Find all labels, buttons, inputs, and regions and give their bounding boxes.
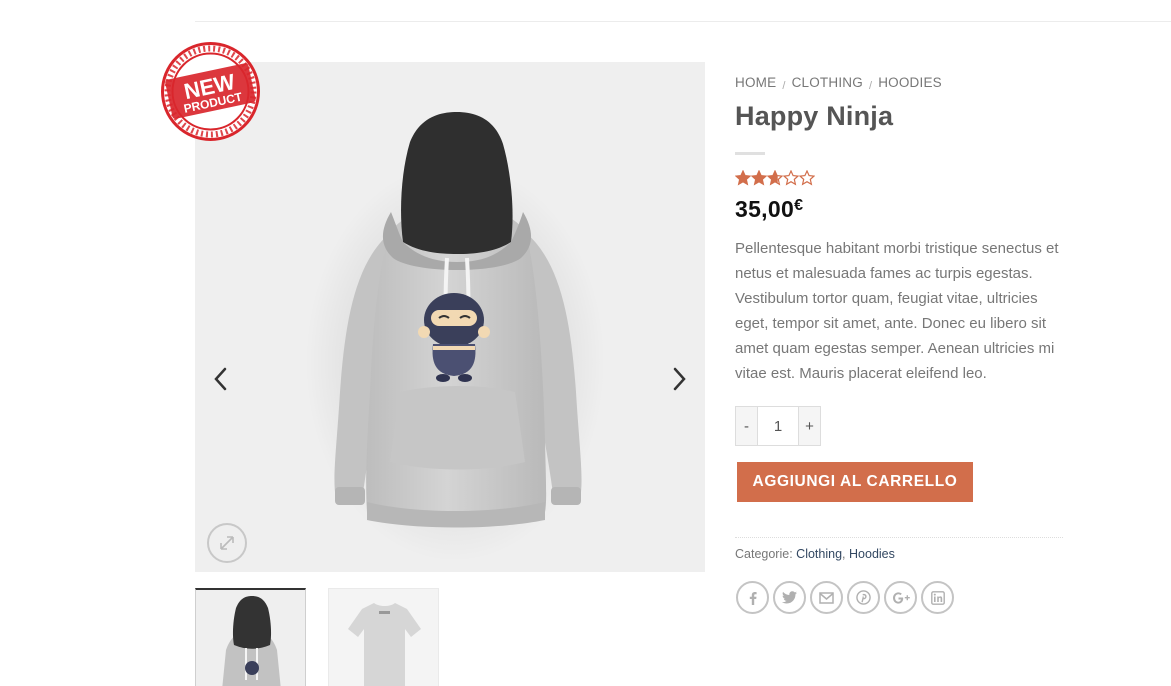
add-to-cart-button[interactable]: AGGIUNGI AL CARRELLO: [737, 462, 973, 502]
email-icon: [819, 591, 834, 604]
star-icon: [751, 170, 767, 186]
linkedin-icon: [930, 590, 945, 605]
product-short-description: Pellentesque habitant morbi tristique se…: [735, 240, 1059, 382]
gallery-next-arrow-icon[interactable]: [665, 362, 693, 396]
quantity-input[interactable]: [758, 406, 798, 446]
product-price: 35,00€: [735, 196, 803, 223]
product-image-hoodie: [305, 112, 605, 562]
categories-label: Categorie:: [735, 547, 793, 561]
share-linkedin-button[interactable]: [921, 581, 954, 614]
breadcrumb: HOME / CLOTHING / HOODIES: [735, 75, 942, 92]
rating-stars: [735, 170, 815, 188]
breadcrumb-separator: /: [782, 80, 786, 92]
twitter-icon: [782, 591, 797, 604]
product-title: Happy Ninja: [735, 101, 894, 131]
share-email-button[interactable]: [810, 581, 843, 614]
category-separator: ,: [842, 547, 846, 561]
new-product-badge: NEW PRODUCT: [161, 42, 260, 141]
product-gallery[interactable]: [195, 62, 705, 572]
star-icon: [767, 170, 783, 186]
quantity-increase-button[interactable]: +: [798, 406, 821, 446]
header-divider: [195, 21, 1171, 22]
breadcrumb-clothing-link[interactable]: CLOTHING: [792, 75, 863, 90]
quantity-stepper: - +: [735, 406, 821, 446]
pinterest-icon: [856, 590, 871, 605]
price-currency: €: [794, 197, 804, 214]
category-link-clothing[interactable]: Clothing: [796, 547, 842, 561]
star-icon: [735, 170, 751, 186]
share-pinterest-button[interactable]: [847, 581, 880, 614]
share-icons: [736, 581, 954, 614]
title-divider: [735, 152, 765, 155]
share-google-plus-button[interactable]: [884, 581, 917, 614]
category-link-hoodies[interactable]: Hoodies: [849, 547, 895, 561]
gallery-prev-arrow-icon[interactable]: [207, 362, 235, 396]
quantity-decrease-button[interactable]: -: [735, 406, 758, 446]
google-plus-icon: [892, 591, 910, 604]
zoom-expand-button[interactable]: [207, 523, 247, 563]
breadcrumb-home-link[interactable]: HOME: [735, 75, 776, 90]
star-icon: [783, 170, 799, 186]
facebook-icon: [749, 591, 757, 605]
share-twitter-button[interactable]: [773, 581, 806, 614]
meta-divider: [735, 537, 1063, 538]
star-icon: [799, 170, 815, 186]
expand-icon: [220, 536, 234, 550]
share-facebook-button[interactable]: [736, 581, 769, 614]
thumbnail-hoodie[interactable]: [195, 588, 306, 686]
breadcrumb-hoodies-link[interactable]: HOODIES: [878, 75, 942, 90]
price-amount: 35,00: [735, 196, 795, 222]
breadcrumb-separator: /: [868, 80, 873, 92]
product-categories: Categorie: Clothing, Hoodies: [735, 547, 895, 561]
thumbnail-tshirt[interactable]: [328, 588, 439, 686]
